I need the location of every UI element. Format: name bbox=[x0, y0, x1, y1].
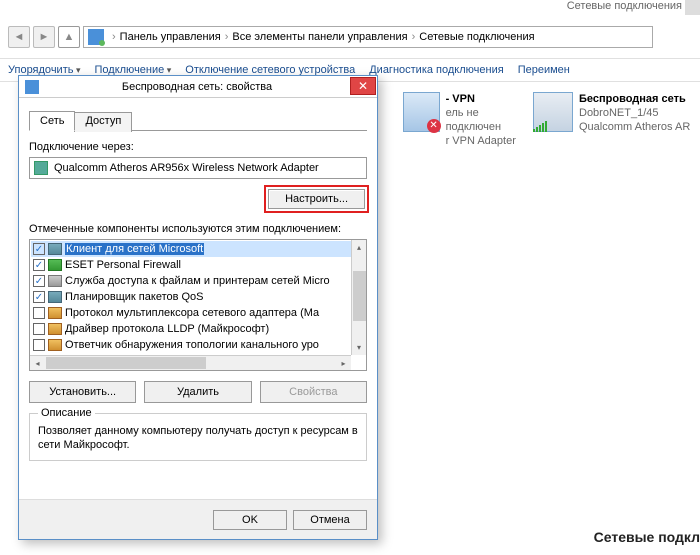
install-button[interactable]: Установить... bbox=[29, 381, 136, 403]
shield-icon bbox=[48, 259, 62, 271]
highlight-box: Настроить... bbox=[264, 185, 369, 213]
connection-name: - VPN bbox=[446, 92, 529, 106]
wifi-icon bbox=[533, 92, 573, 132]
checkbox[interactable]: ✓ bbox=[33, 243, 45, 255]
connection-vpn[interactable]: - VPN ель не подключен r VPN Adapter bbox=[401, 90, 531, 150]
list-item[interactable]: ✓ Клиент для сетей Microsoft bbox=[31, 241, 365, 257]
forward-button[interactable]: ► bbox=[33, 26, 55, 48]
printer-icon bbox=[48, 275, 62, 287]
list-item[interactable]: Ответчик обнаружения топологии канальног… bbox=[31, 337, 365, 353]
dialog-title: Беспроводная сеть: свойства bbox=[44, 81, 350, 93]
list-item[interactable]: Протокол мультиплексора сетевого адаптер… bbox=[31, 305, 365, 321]
tab-network[interactable]: Сеть bbox=[29, 111, 75, 131]
list-item-label: Ответчик обнаружения топологии канальног… bbox=[65, 339, 319, 351]
back-button[interactable]: ◄ bbox=[8, 26, 30, 48]
list-item[interactable]: Драйвер протокола LLDP (Майкрософт) bbox=[31, 321, 365, 337]
list-item-label: Клиент для сетей Microsoft bbox=[65, 243, 204, 255]
adapter-icon bbox=[34, 161, 48, 175]
properties-button[interactable]: Свойства bbox=[260, 381, 367, 403]
connection-device: Qualcomm Atheros AR bbox=[579, 120, 690, 134]
address-bar: ◄ ► ▲ › Панель управления › Все элементы… bbox=[0, 23, 700, 51]
components-list[interactable]: ✓ Клиент для сетей Microsoft ✓ ESET Persona… bbox=[29, 239, 367, 371]
list-item[interactable]: ✓ Служба доступа к файлам и принтерам сет… bbox=[31, 273, 365, 289]
connection-device: r VPN Adapter bbox=[446, 134, 529, 148]
dialog-footer: OK Отмена bbox=[19, 499, 377, 539]
vpn-icon bbox=[403, 92, 440, 132]
list-item-label: Протокол мультиплексора сетевого адаптер… bbox=[65, 307, 319, 319]
adapter-name: Qualcomm Atheros AR956x Wireless Network… bbox=[54, 162, 319, 174]
list-hscrollbar[interactable] bbox=[30, 355, 351, 370]
adapter-field: Qualcomm Atheros AR956x Wireless Network… bbox=[29, 157, 367, 179]
monitor-icon bbox=[48, 291, 62, 303]
close-button[interactable]: ✕ bbox=[350, 77, 376, 95]
list-item-label: Планировщик пакетов QoS bbox=[65, 291, 204, 303]
diagnose-button[interactable]: Диагностика подключения bbox=[369, 64, 503, 76]
breadcrumb-item[interactable]: Сетевые подключения bbox=[419, 31, 534, 43]
connection-ssid: DobroNET_1/45 bbox=[579, 106, 690, 120]
properties-dialog: Беспроводная сеть: свойства ✕ Сеть Досту… bbox=[18, 75, 378, 540]
connect-via-label: Подключение через: bbox=[29, 141, 367, 153]
connection-status: ель не подключен bbox=[446, 106, 529, 134]
checkbox[interactable]: ✓ bbox=[33, 291, 45, 303]
connections-pane: - VPN ель не подключен r VPN Adapter Бес… bbox=[395, 82, 700, 555]
wifi-icon bbox=[25, 80, 39, 94]
configure-button[interactable]: Настроить... bbox=[268, 189, 365, 209]
checkbox[interactable]: ✓ bbox=[33, 275, 45, 287]
net-icon bbox=[48, 339, 62, 351]
dialog-titlebar[interactable]: Беспроводная сеть: свойства ✕ bbox=[19, 76, 377, 98]
cancel-button[interactable]: Отмена bbox=[293, 510, 367, 530]
tab-strip: Сеть Доступ bbox=[29, 110, 367, 131]
up-button[interactable]: ▲ bbox=[58, 26, 80, 48]
components-label: Отмеченные компоненты используются этим … bbox=[29, 223, 367, 235]
list-vscrollbar[interactable] bbox=[351, 240, 366, 355]
ok-button[interactable]: OK bbox=[213, 510, 287, 530]
checkbox[interactable]: ✓ bbox=[33, 259, 45, 271]
list-item[interactable]: ✓ Планировщик пакетов QoS bbox=[31, 289, 365, 305]
connection-name: Беспроводная сеть bbox=[579, 92, 690, 106]
checkbox[interactable] bbox=[33, 323, 45, 335]
connection-wifi[interactable]: Беспроводная сеть DobroNET_1/45 Qualcomm… bbox=[531, 90, 692, 150]
breadcrumb-item[interactable]: Все элементы панели управления bbox=[232, 31, 407, 43]
checkbox[interactable] bbox=[33, 307, 45, 319]
uninstall-button[interactable]: Удалить bbox=[144, 381, 251, 403]
tab-access[interactable]: Доступ bbox=[74, 112, 132, 132]
net-icon bbox=[48, 323, 62, 335]
window-scroll-hint: Сетевые подключения bbox=[560, 0, 700, 16]
breadcrumb-item[interactable]: Панель управления bbox=[120, 31, 221, 43]
list-item-label: Драйвер протокола LLDP (Майкрософт) bbox=[65, 323, 269, 335]
window-caption-fragment: Сетевые подкл bbox=[594, 529, 700, 545]
list-item-label: ESET Personal Firewall bbox=[65, 259, 181, 271]
list-item[interactable]: ✓ ESET Personal Firewall bbox=[31, 257, 365, 273]
list-item-label: Служба доступа к файлам и принтерам сете… bbox=[65, 275, 330, 287]
checkbox[interactable] bbox=[33, 339, 45, 351]
description-legend: Описание bbox=[38, 407, 95, 419]
rename-button[interactable]: Переимен bbox=[518, 64, 570, 76]
net-icon bbox=[48, 307, 62, 319]
network-icon bbox=[88, 29, 104, 45]
description-box: Описание Позволяет данному компьютеру по… bbox=[29, 413, 367, 461]
description-text: Позволяет данному компьютеру получать до… bbox=[38, 424, 358, 452]
breadcrumb[interactable]: › Панель управления › Все элементы панел… bbox=[83, 26, 653, 48]
monitor-icon bbox=[48, 243, 62, 255]
